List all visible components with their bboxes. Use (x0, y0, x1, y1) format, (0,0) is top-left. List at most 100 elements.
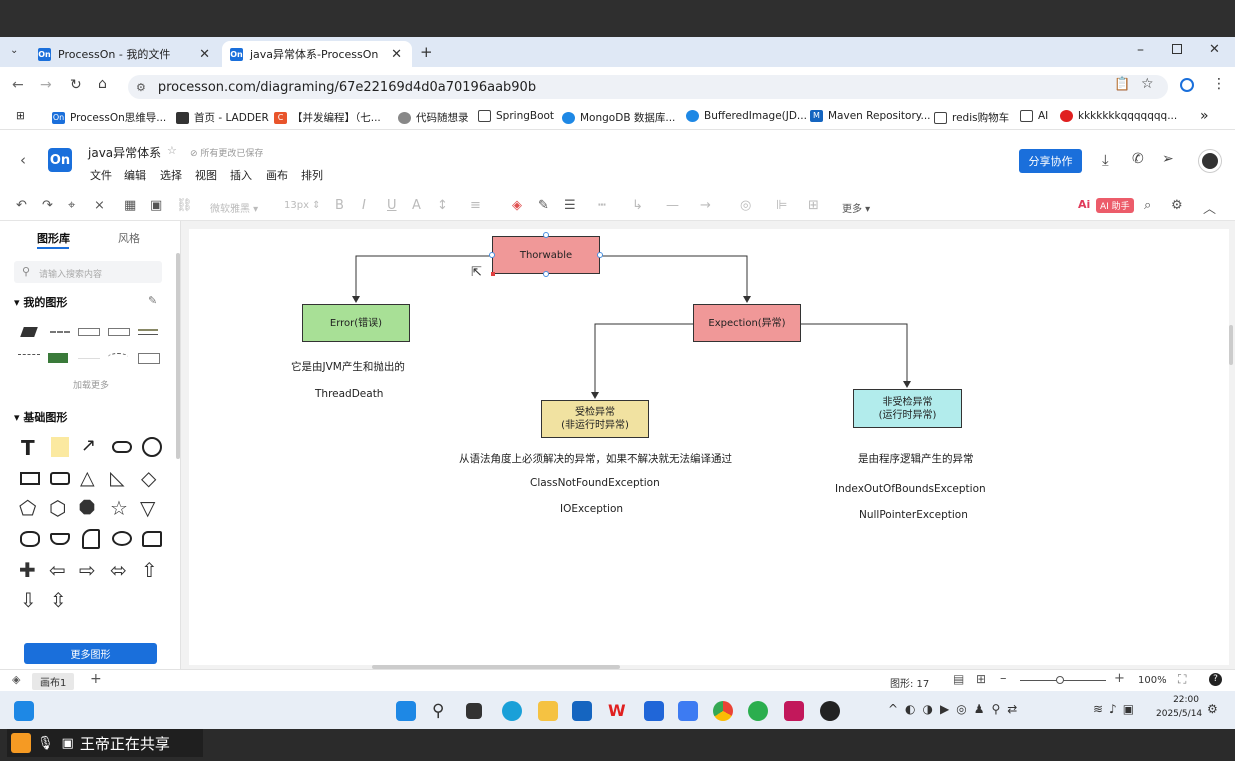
bookmark-item[interactable]: kkkkkkkqqqqqqq... (1060, 110, 1177, 122)
font-family-select[interactable]: 微软雅黑 ▾ (210, 200, 258, 215)
app-icon[interactable] (644, 701, 664, 721)
line-style-icon[interactable]: ┅ (598, 198, 606, 213)
font-size-select[interactable]: 13px ⇕ (284, 200, 321, 211)
maximize-icon[interactable] (1172, 44, 1182, 54)
line-height-icon[interactable]: ↕ (437, 198, 448, 213)
arrow-line-icon[interactable]: ↗ (81, 435, 96, 456)
menu-edit[interactable]: 编辑 (124, 167, 146, 183)
up-down-arrow-icon[interactable]: ⇳ (50, 588, 67, 612)
node-exception[interactable]: Expection(异常) (693, 304, 801, 342)
checked-description[interactable]: 从语法角度上必须解决的异常，如果不解决就无法编译通过 (459, 451, 732, 466)
node-throwable[interactable]: Thorwable (492, 236, 600, 274)
doc-title[interactable]: java异常体系 (88, 144, 161, 161)
speech-bubble-icon[interactable] (112, 531, 132, 546)
line-end-icon[interactable]: → (700, 198, 711, 213)
document-shape-icon[interactable] (82, 529, 100, 549)
layers-icon[interactable]: ◈ (12, 673, 20, 686)
help-icon[interactable]: ? (1209, 673, 1222, 686)
shape-thumbnail[interactable] (108, 328, 130, 336)
text-shape-icon[interactable]: T (21, 436, 35, 460)
menu-arrange[interactable]: 排列 (301, 167, 323, 183)
line-start-icon[interactable]: — (666, 198, 679, 213)
ai-assistant-badge[interactable]: AI 助手 (1096, 198, 1134, 213)
shape-thumbnail[interactable] (78, 328, 100, 336)
node-checked-exception[interactable]: 受检异常 (非运行时异常) (541, 400, 649, 438)
cross-icon[interactable]: ✚ (19, 558, 36, 582)
wps-icon[interactable]: W (608, 701, 628, 721)
store-icon[interactable] (572, 701, 592, 721)
send-icon[interactable]: ➢ (1162, 151, 1174, 167)
close-window-icon[interactable]: ✕ (1209, 42, 1220, 57)
align-shapes-icon[interactable]: ⊫ (776, 198, 787, 213)
network-volume-icons[interactable]: ≋♪▣ (1093, 702, 1140, 716)
tab-java-exception[interactable]: On java异常体系-ProcessOn ✕ (222, 41, 412, 67)
wechat-icon[interactable] (748, 701, 768, 721)
chrome-icon[interactable] (713, 701, 733, 721)
shape-thumbnail[interactable] (78, 358, 100, 359)
search-icon[interactable]: ⚲ (432, 701, 452, 721)
inverted-triangle-icon[interactable]: ▽ (140, 496, 155, 520)
sidebar-scrollbar[interactable] (176, 253, 180, 459)
map-icon[interactable]: ⊞ (976, 672, 986, 686)
rounded-rect-icon[interactable] (112, 441, 132, 453)
left-arrow-icon[interactable]: ⇦ (49, 558, 66, 582)
note-shape-icon[interactable] (51, 437, 69, 457)
unchecked-description[interactable]: 是由程序逻辑产生的异常 (858, 451, 974, 466)
menu-file[interactable]: 文件 (90, 167, 112, 183)
hexagon-icon[interactable]: ⬡ (49, 496, 66, 520)
card-shape-icon[interactable] (142, 531, 162, 547)
circle-icon[interactable] (142, 437, 162, 457)
rectangle-icon[interactable] (20, 472, 40, 485)
down-arrow-icon[interactable]: ⇩ (20, 588, 37, 612)
screen-share-indicator[interactable]: 🎙 ▣ 王帝正在共享 (7, 729, 203, 757)
back-chevron-icon[interactable]: ‹ (20, 151, 26, 169)
shape-thumbnail[interactable] (18, 354, 40, 362)
layer-icon[interactable]: ◎ (740, 198, 751, 213)
node-unchecked-exception[interactable]: 非受检异常 (运行时异常) (853, 389, 962, 428)
system-tray-icons[interactable]: ^◐◑▶◎♟⚲⇄ (888, 702, 1024, 716)
rounded-rectangle-icon[interactable] (50, 472, 70, 485)
notification-icon[interactable]: ⚙ (1207, 702, 1218, 716)
phone-icon[interactable]: ✆ (1132, 151, 1144, 167)
table-icon[interactable]: ▦ (124, 198, 136, 213)
task-view-icon[interactable] (466, 703, 482, 719)
pentagon-icon[interactable]: ⬠ (19, 496, 36, 520)
user-avatar[interactable] (1199, 150, 1221, 172)
line-color-icon[interactable]: ✎ (538, 198, 549, 213)
diagram-page[interactable]: Thorwable ⇱ Error(错误) Expection(异常) 受检异常… (189, 229, 1229, 665)
favorite-star-icon[interactable]: ☆ (167, 144, 177, 157)
font-color-icon[interactable]: A (412, 198, 421, 213)
zoom-in-icon[interactable]: + (1114, 671, 1125, 686)
bookmark-item[interactable]: BufferedImage(JD... (686, 110, 807, 122)
ai-icon[interactable]: Ai (1078, 198, 1090, 211)
load-more-link[interactable]: 加载更多 (73, 378, 109, 391)
node-error[interactable]: Error(错误) (302, 304, 410, 342)
italic-icon[interactable]: I (362, 198, 366, 213)
connector-icon[interactable]: ↳ (632, 198, 643, 213)
bookmark-folder[interactable]: SpringBoot (478, 110, 554, 122)
class-not-found-text[interactable]: ClassNotFoundException (530, 477, 660, 489)
bookmark-item[interactable]: M Maven Repository... (810, 110, 931, 122)
right-triangle-icon[interactable]: ◺ (110, 467, 125, 489)
edit-icon[interactable]: ✎ (148, 294, 157, 307)
bookmark-item[interactable]: 代码随想录 (398, 110, 469, 125)
index-oob-text[interactable]: IndexOutOfBoundsException (835, 483, 986, 495)
bookmark-folder[interactable]: redis购物车 (934, 110, 1009, 125)
download-icon[interactable]: ⤓ (1102, 151, 1109, 169)
reload-icon[interactable]: ↻ (70, 77, 82, 93)
bookmark-item[interactable]: On ProcessOn思维导... (52, 110, 166, 125)
intellij-icon[interactable] (784, 701, 804, 721)
shape-thumbnail[interactable] (20, 327, 38, 337)
error-description[interactable]: 它是由JVM产生和抛出的 (291, 359, 405, 374)
io-exception-text[interactable]: IOException (560, 503, 623, 515)
selection-handle[interactable] (597, 252, 603, 258)
mic-icon[interactable]: 🎙 (37, 736, 54, 751)
notes-icon[interactable] (678, 701, 698, 721)
shape-search-field[interactable]: ⚲ 请输入搜索内容 (14, 261, 162, 283)
shape-thumbnail[interactable] (108, 353, 128, 361)
menu-view[interactable]: 视图 (195, 167, 217, 183)
up-arrow-icon[interactable]: ⇧ (141, 558, 158, 582)
windows-start-icon[interactable] (396, 701, 416, 721)
right-arrow-icon[interactable]: ⇨ (79, 558, 96, 582)
selection-handle[interactable] (543, 271, 549, 277)
